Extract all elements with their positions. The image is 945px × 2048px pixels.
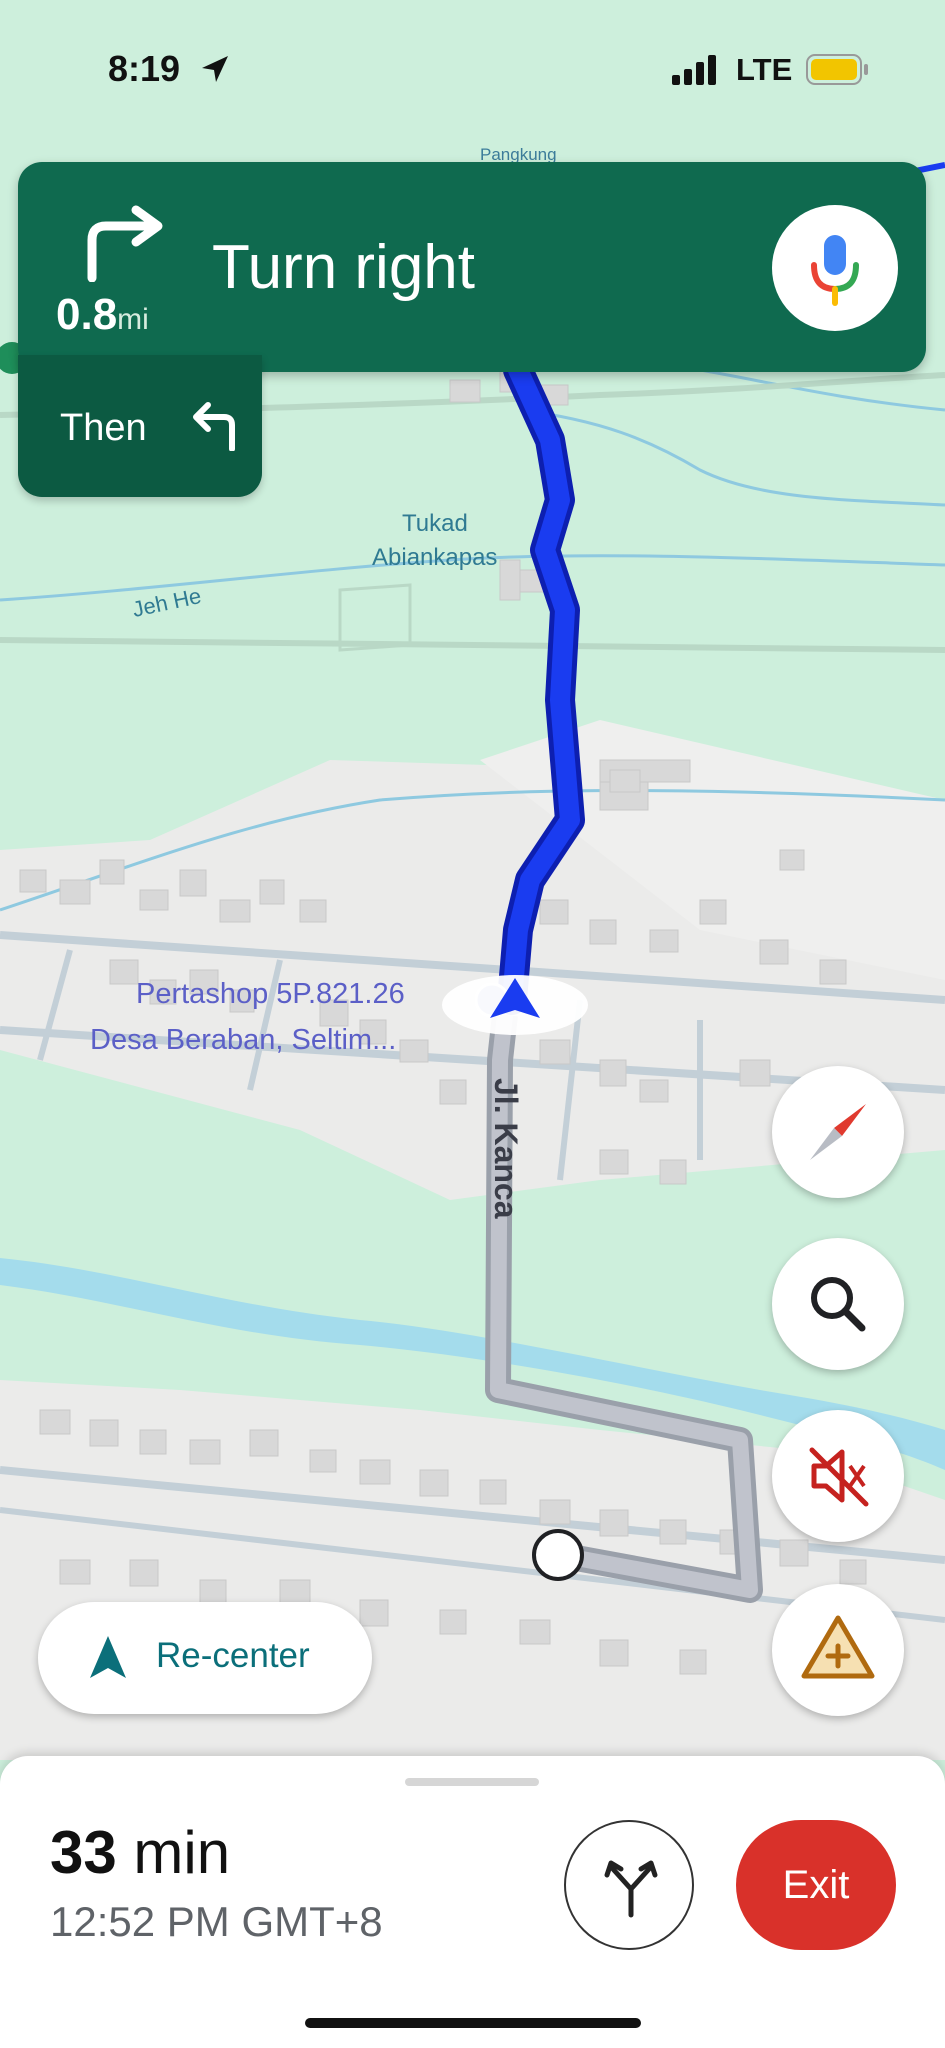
network-type: LTE: [736, 52, 793, 87]
trip-duration: 33 min: [50, 1818, 230, 1887]
recenter-label: Re-center: [156, 1636, 310, 1675]
recenter-button[interactable]: Re-center: [38, 1602, 372, 1714]
status-bar: 8:19 LTE: [0, 0, 945, 130]
duration-value: 33: [50, 1819, 117, 1886]
voice-search-button[interactable]: [772, 205, 898, 331]
compass-icon: [810, 1104, 866, 1160]
alternate-routes-button[interactable]: [564, 1820, 694, 1950]
report-incident-button[interactable]: [772, 1584, 904, 1716]
status-time: 8:19: [108, 48, 181, 89]
location-arrow-icon: [202, 56, 228, 82]
street-name-label: Jl. Kanca: [488, 1078, 524, 1219]
microphone-icon: [811, 235, 859, 306]
poi-name-line1[interactable]: Pertashop 5P.821.26: [136, 974, 405, 1014]
turn-right-icon: [87, 205, 163, 282]
turn-left-icon: [193, 402, 235, 451]
search-along-route-button[interactable]: [772, 1238, 904, 1370]
battery-icon: [806, 54, 868, 85]
report-incident-icon: [801, 1615, 875, 1679]
drag-handle[interactable]: [405, 1778, 539, 1786]
poi-name-line2[interactable]: Desa Beraban, Seltim...: [90, 1020, 396, 1060]
fork-route-icon: [604, 1860, 658, 1918]
arrival-time: 12:52 PM GMT+8: [50, 1898, 383, 1945]
distance-value: 0.8: [56, 290, 118, 339]
then-label: Then: [60, 407, 147, 449]
distance-to-turn: 0.8mi: [56, 290, 149, 340]
duration-unit: min: [133, 1819, 231, 1886]
next-turn-panel[interactable]: Then: [18, 355, 262, 497]
navigation-banner[interactable]: 0.8mi Turn right: [18, 162, 926, 372]
compass-button[interactable]: [772, 1066, 904, 1198]
navigation-arrow-icon: [90, 1636, 126, 1678]
map-label-river-abiankapas: Abiankapas: [372, 544, 498, 571]
map-label-river-tukad: Tukad: [402, 510, 468, 537]
mute-button[interactable]: [772, 1410, 904, 1542]
search-icon: [811, 1277, 866, 1332]
signal-icon: [672, 55, 716, 85]
trip-summary-sheet[interactable]: 33 min 12:52 PM GMT+8 Exit: [0, 1756, 945, 2048]
distance-unit: mi: [117, 303, 149, 336]
home-indicator[interactable]: [305, 2018, 641, 2028]
exit-navigation-button[interactable]: Exit: [736, 1820, 896, 1950]
turn-instruction: Turn right: [212, 233, 476, 302]
mute-icon: [809, 1447, 869, 1507]
